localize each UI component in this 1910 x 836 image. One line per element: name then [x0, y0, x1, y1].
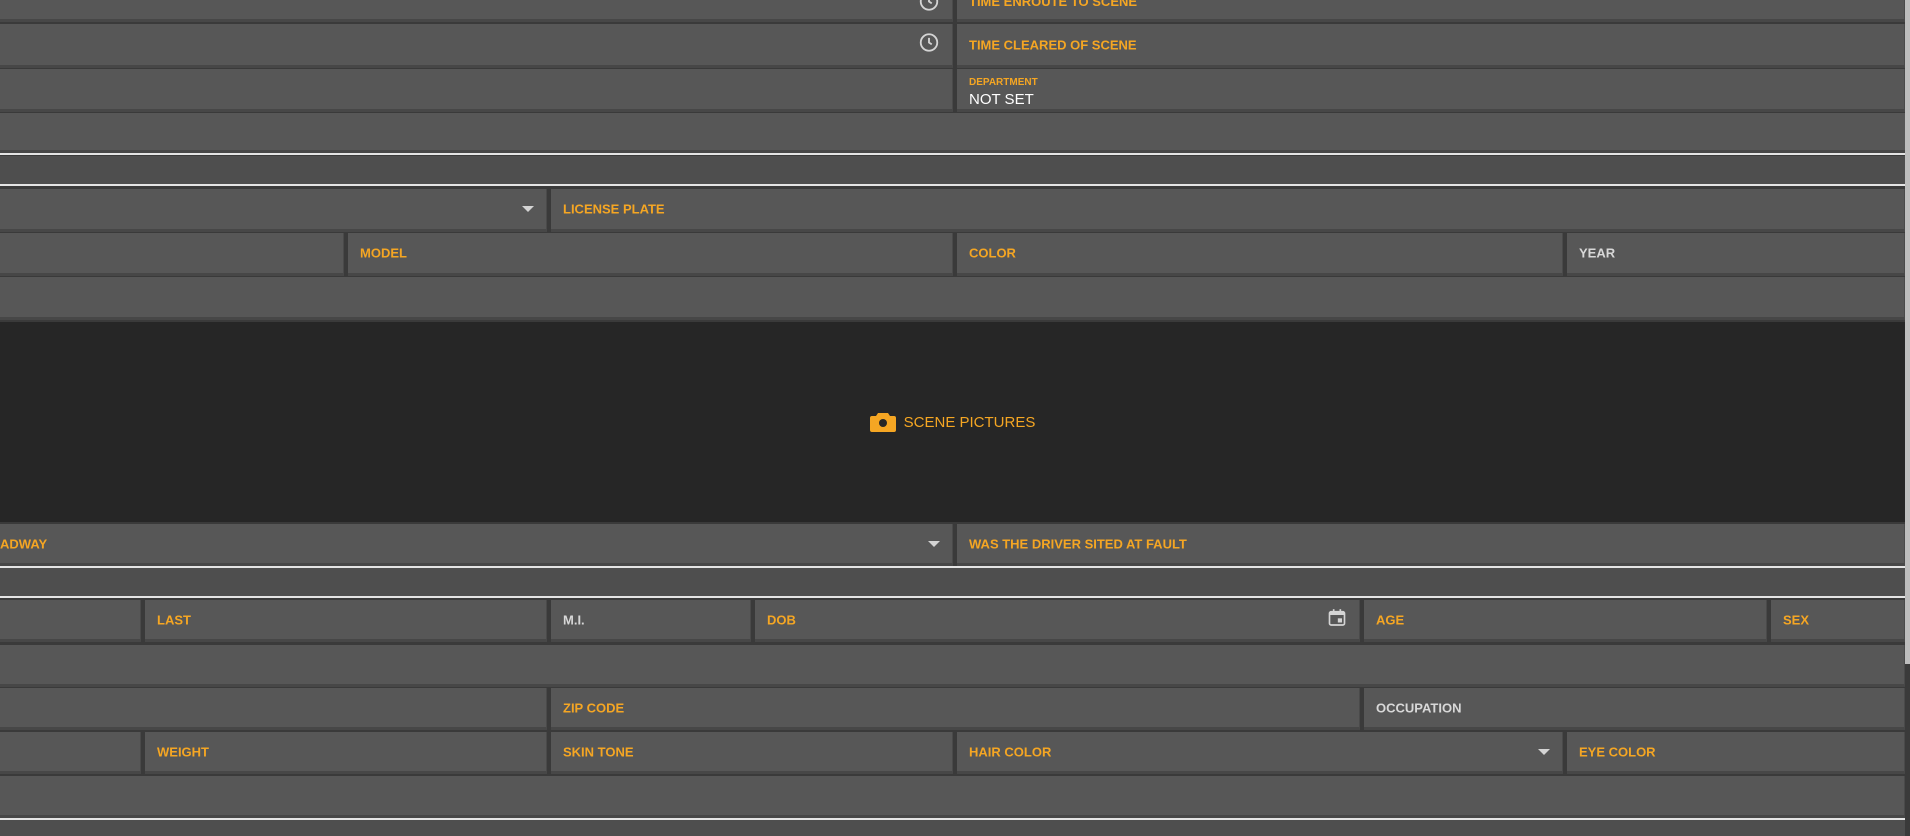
department-value: NOT SET — [969, 91, 1034, 108]
full-width-field-row7[interactable] — [0, 277, 1905, 320]
eye-color-label: EYE COLOR — [1579, 744, 1656, 759]
color-field[interactable]: COLOR — [957, 233, 1563, 276]
full-width-field-row4[interactable] — [0, 113, 1905, 153]
driver-fault-label: WAS THE DRIVER SITED AT FAULT — [969, 536, 1187, 551]
mi-field[interactable]: M.I. — [551, 600, 751, 642]
address-field[interactable] — [0, 645, 1905, 687]
model-field[interactable]: MODEL — [348, 233, 953, 276]
left-field-row2[interactable] — [0, 24, 953, 68]
zip-code-label: ZIP CODE — [563, 700, 625, 715]
occupation-field[interactable]: OCCUPATION — [1364, 688, 1905, 730]
scrollbar-thumb[interactable] — [1905, 0, 1910, 664]
vehicle-make-select[interactable] — [0, 189, 547, 232]
eye-color-field[interactable]: EYE COLOR — [1567, 732, 1905, 774]
sex-field[interactable]: SEX — [1771, 600, 1905, 642]
year-label: YEAR — [1579, 245, 1616, 261]
roadway-select[interactable]: ADWAY — [0, 524, 953, 566]
sex-label: SEX — [1783, 612, 1810, 627]
section-divider — [0, 596, 1905, 598]
first-name-field[interactable] — [0, 600, 141, 642]
last-label: LAST — [157, 612, 191, 627]
left-field-row3[interactable] — [0, 69, 953, 112]
color-label: COLOR — [969, 245, 1016, 261]
section-header-band — [0, 156, 1905, 184]
driver-fault-field[interactable]: WAS THE DRIVER SITED AT FAULT — [957, 524, 1905, 566]
hair-color-select[interactable]: HAIR COLOR — [957, 732, 1563, 774]
calendar-icon[interactable] — [1327, 607, 1347, 632]
full-width-field-person[interactable] — [0, 776, 1905, 818]
roadway-label: ADWAY — [0, 536, 48, 551]
scene-pictures-button[interactable]: SCENE PICTURES — [869, 411, 1036, 433]
last-name-field[interactable]: LAST — [145, 600, 547, 642]
section-header-band — [0, 568, 1905, 596]
chevron-down-icon — [928, 540, 940, 547]
occupation-label: OCCUPATION — [1376, 700, 1462, 715]
chevron-down-icon — [522, 206, 534, 212]
city-field[interactable] — [0, 688, 547, 730]
weight-label: WEIGHT — [157, 744, 209, 759]
clock-icon[interactable] — [918, 31, 940, 58]
model-label: MODEL — [360, 245, 407, 261]
vehicle-field-left[interactable] — [0, 233, 344, 276]
year-field[interactable]: YEAR — [1567, 233, 1905, 276]
left-field-row1[interactable] — [0, 0, 953, 22]
section-divider — [0, 153, 1905, 155]
age-label: AGE — [1376, 612, 1405, 627]
license-plate-label: LICENSE PLATE — [563, 201, 665, 217]
weight-field[interactable]: WEIGHT — [145, 732, 547, 774]
section-header-band — [0, 820, 1905, 836]
dob-label: DOB — [767, 612, 796, 627]
section-divider — [0, 184, 1905, 186]
chevron-down-icon — [1538, 748, 1550, 755]
scene-pictures-panel[interactable]: SCENE PICTURES — [0, 322, 1905, 522]
zip-code-field[interactable]: ZIP CODE — [551, 688, 1360, 730]
dob-field[interactable]: DOB — [755, 600, 1360, 642]
scene-pictures-label: SCENE PICTURES — [903, 413, 1036, 431]
time-cleared-field[interactable]: TIME CLEARED OF SCENE — [957, 24, 1905, 68]
clock-icon[interactable] — [918, 0, 940, 18]
time-enroute-field[interactable]: TIME ENROUTE TO SCENE — [957, 0, 1905, 22]
camera-icon — [869, 413, 896, 432]
time-cleared-label: TIME CLEARED OF SCENE — [969, 37, 1137, 52]
skin-tone-field[interactable]: SKIN TONE — [551, 732, 953, 774]
time-enroute-label: TIME ENROUTE TO SCENE — [969, 0, 1138, 9]
skin-tone-label: SKIN TONE — [563, 744, 634, 759]
license-plate-field[interactable]: LICENSE PLATE — [551, 189, 1905, 232]
department-field[interactable]: DEPARTMENT NOT SET — [957, 69, 1905, 112]
height-field[interactable] — [0, 732, 141, 774]
mi-label: M.I. — [563, 612, 585, 627]
department-label: DEPARTMENT — [969, 77, 1038, 88]
age-field[interactable]: AGE — [1364, 600, 1767, 642]
hair-color-label: HAIR COLOR — [969, 744, 1052, 759]
